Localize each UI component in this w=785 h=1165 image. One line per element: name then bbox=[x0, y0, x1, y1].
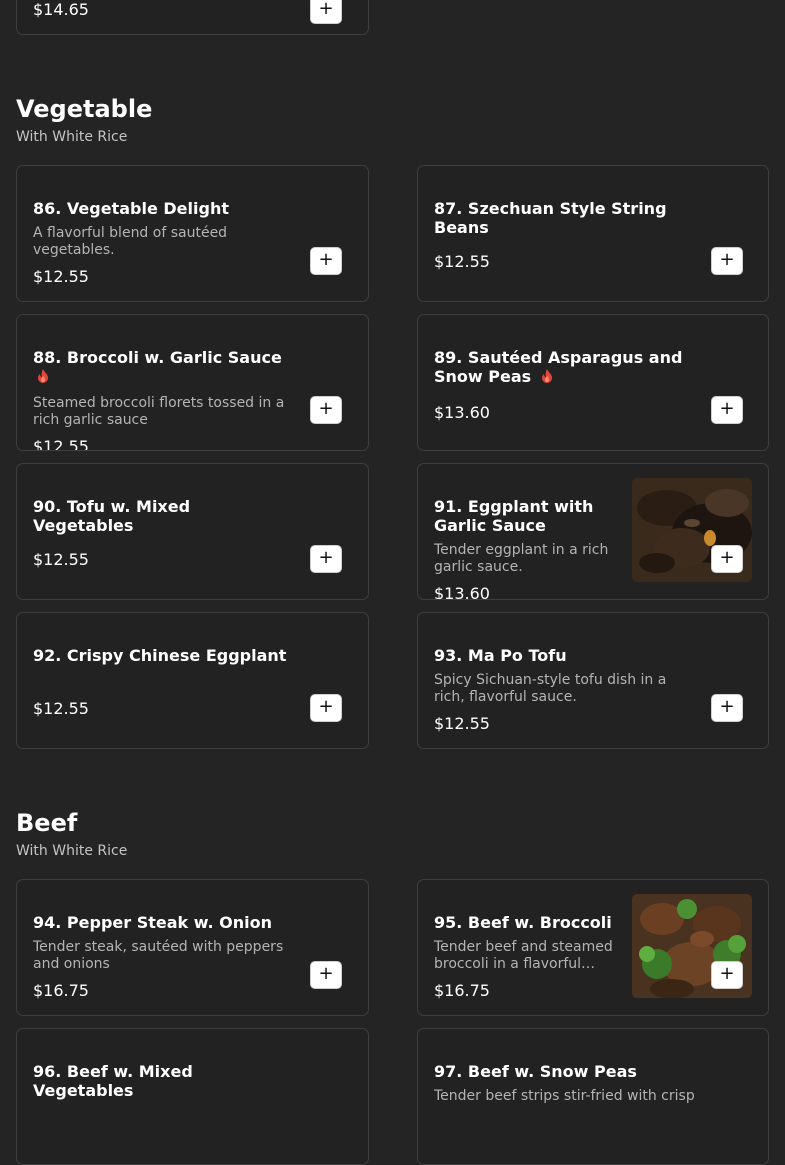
item-price: $12.55 bbox=[434, 252, 490, 271]
add-to-cart-button[interactable]: + bbox=[711, 694, 743, 722]
item-description: Steamed broccoli florets tossed in a ric… bbox=[33, 395, 285, 428]
menu-item-card[interactable]: 94. Pepper Steak w. Onion Tender steak, … bbox=[16, 879, 369, 1016]
item-price: $12.55 bbox=[33, 437, 89, 451]
item-price: $13.60 bbox=[434, 403, 490, 422]
item-title: 89. Sautéed Asparagus and Snow Peas bbox=[434, 348, 683, 386]
item-description: Tender eggplant in a rich garlic sauce. bbox=[434, 542, 609, 575]
add-to-cart-button[interactable]: + bbox=[711, 247, 743, 275]
item-price: $16.75 bbox=[434, 981, 490, 1000]
item-title: 88. Broccoli w. Garlic Sauce bbox=[33, 348, 293, 386]
add-to-cart-button[interactable]: + bbox=[310, 0, 342, 24]
menu-item-card[interactable]: 86. Vegetable Delight A flavorful blend … bbox=[16, 165, 369, 302]
menu-item-card[interactable]: 91. Eggplant with Garlic Sauce Tender eg… bbox=[417, 463, 769, 600]
item-description: Tender beef strips stir-fried with crisp bbox=[434, 1088, 695, 1104]
item-price: $12.55 bbox=[33, 267, 89, 286]
menu-item-card[interactable]: $14.65 + bbox=[16, 0, 369, 35]
add-to-cart-button[interactable]: + bbox=[711, 545, 743, 573]
fire-icon bbox=[541, 369, 552, 383]
item-price: $12.55 bbox=[434, 714, 490, 733]
fire-icon bbox=[38, 369, 48, 383]
item-title: 90. Tofu w. Mixed Vegetables bbox=[33, 497, 191, 535]
item-title: 95. Beef w. Broccoli bbox=[434, 913, 612, 932]
item-price: $16.75 bbox=[33, 981, 89, 1000]
add-to-cart-button[interactable]: + bbox=[310, 961, 342, 989]
item-title: 92. Crispy Chinese Eggplant bbox=[33, 646, 287, 665]
menu-item-card[interactable]: 95. Beef w. Broccoli Tender beef and ste… bbox=[417, 879, 769, 1016]
section-title-vegetable: Vegetable bbox=[16, 95, 153, 123]
add-to-cart-button[interactable]: + bbox=[310, 247, 342, 275]
section-title-beef: Beef bbox=[16, 809, 78, 837]
item-title: 94. Pepper Steak w. Onion bbox=[33, 913, 273, 932]
menu-item-card[interactable]: 87. Szechuan Style String Beans $12.55 + bbox=[417, 165, 769, 302]
menu-item-card[interactable]: 97. Beef w. Snow Peas Tender beef strips… bbox=[417, 1028, 769, 1165]
add-to-cart-button[interactable]: + bbox=[310, 545, 342, 573]
section-subtitle-beef: With White Rice bbox=[16, 843, 128, 859]
add-to-cart-button[interactable]: + bbox=[310, 694, 342, 722]
menu-item-card[interactable]: 92. Crispy Chinese Eggplant $12.55 + bbox=[16, 612, 369, 749]
menu-item-card[interactable]: 89. Sautéed Asparagus and Snow Peas $13.… bbox=[417, 314, 769, 451]
item-title: 87. Szechuan Style String Beans bbox=[434, 199, 667, 237]
item-title: 91. Eggplant with Garlic Sauce bbox=[434, 497, 594, 535]
add-to-cart-button[interactable]: + bbox=[310, 396, 342, 424]
item-price: $13.60 bbox=[434, 584, 490, 600]
menu-item-card[interactable]: 93. Ma Po Tofu Spicy Sichuan-style tofu … bbox=[417, 612, 769, 749]
add-to-cart-button[interactable]: + bbox=[711, 396, 743, 424]
add-to-cart-button[interactable]: + bbox=[711, 961, 743, 989]
item-title: 96. Beef w. Mixed Vegetables bbox=[33, 1062, 193, 1100]
item-description: Tender beef and steamed broccoli in a fl… bbox=[434, 939, 613, 972]
item-price: $12.55 bbox=[33, 699, 89, 718]
menu-item-card[interactable]: 90. Tofu w. Mixed Vegetables $12.55 + bbox=[16, 463, 369, 600]
item-price: $14.65 bbox=[33, 0, 89, 19]
item-description: Spicy Sichuan-style tofu dish in a rich,… bbox=[434, 672, 667, 705]
section-subtitle-vegetable: With White Rice bbox=[16, 129, 128, 145]
item-description: Tender steak, sautéed with peppers and o… bbox=[33, 939, 284, 972]
item-title: 97. Beef w. Snow Peas bbox=[434, 1062, 637, 1081]
item-description: A flavorful blend of sautéed vegetables. bbox=[33, 225, 228, 258]
item-title: 86. Vegetable Delight bbox=[33, 199, 229, 218]
menu-item-card[interactable]: 88. Broccoli w. Garlic Sauce Steamed bro… bbox=[16, 314, 369, 451]
item-price: $12.55 bbox=[33, 550, 89, 569]
item-title: 93. Ma Po Tofu bbox=[434, 646, 567, 665]
menu-item-card[interactable]: 96. Beef w. Mixed Vegetables bbox=[16, 1028, 369, 1165]
